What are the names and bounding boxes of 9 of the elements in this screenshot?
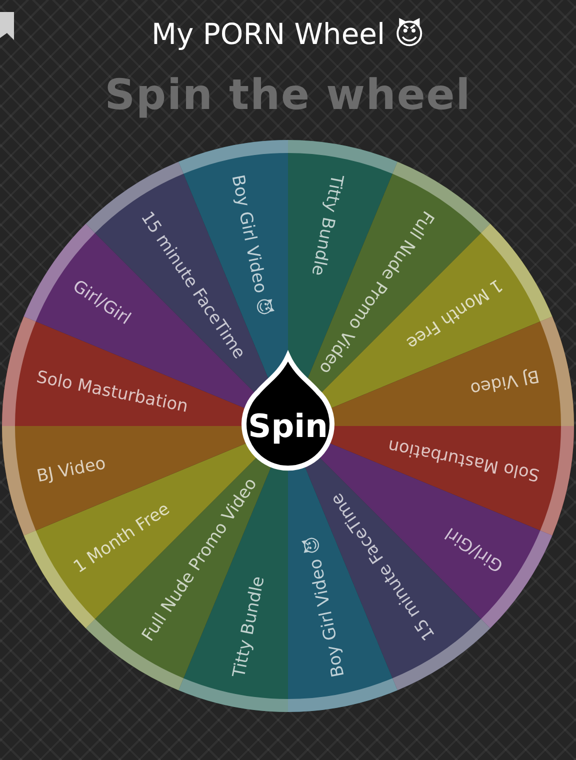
heading: Spin the wheel [104, 74, 472, 116]
segment-label: Titty Bundle [229, 574, 269, 680]
segment-label: BJ Video [468, 365, 541, 398]
segment-label: Titty Bundle [307, 172, 347, 278]
bookmark-icon[interactable] [0, 12, 16, 40]
page-title: My PORN Wheel 😈 [151, 20, 425, 48]
segment-label: Boy Girl Video 😈 [301, 534, 349, 679]
segment-label: Boy Girl Video 😈 [227, 173, 275, 318]
segment-label: BJ Video [35, 454, 108, 487]
